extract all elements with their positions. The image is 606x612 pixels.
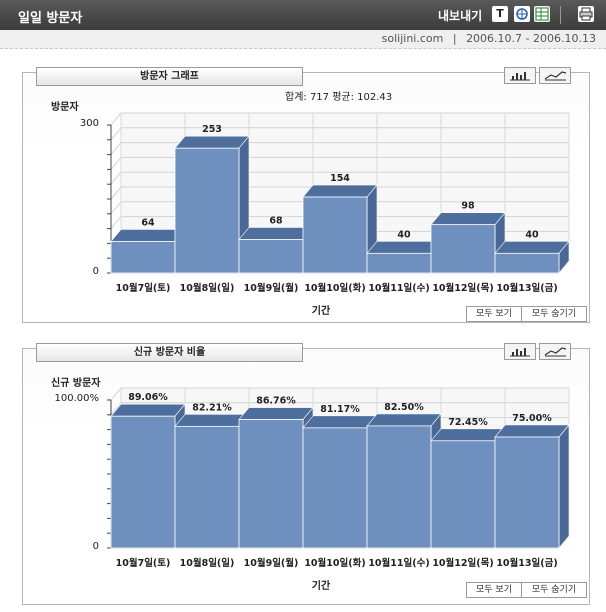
bar	[238, 419, 304, 549]
bar-data-label: 89.06%	[128, 392, 168, 403]
x-tick-label: 10월7일(토)	[116, 557, 171, 569]
bar-data-label: 98	[461, 201, 475, 212]
x-tick-label: 10월12일(목)	[432, 282, 493, 294]
bar-data-label: 86.76%	[256, 396, 296, 407]
bar	[302, 427, 368, 549]
bar-data-label: 40	[397, 229, 411, 240]
toolbar-divider	[560, 6, 561, 24]
bar	[430, 224, 496, 274]
bar-top	[494, 240, 570, 254]
period-range: 2006.10.7 - 2006.10.13	[466, 32, 596, 45]
x-tick-label: 10월9일(월)	[244, 282, 299, 294]
bar	[430, 440, 496, 549]
x-tick-label: 10월11일(수)	[368, 557, 429, 569]
bar-data-label: 40	[525, 229, 539, 240]
bar	[494, 436, 560, 549]
printer-icon-graphic	[579, 7, 593, 21]
bar-top	[494, 424, 570, 438]
bar-data-label: 64	[141, 217, 155, 228]
x-tick-label: 10월7일(토)	[116, 282, 171, 294]
gridline-diagonal	[110, 142, 122, 155]
x-tick-label: 10월11일(수)	[368, 282, 429, 294]
bar-top	[302, 415, 378, 429]
excel-export-icon[interactable]	[534, 6, 550, 22]
new-visitor-x-title: 기간	[311, 581, 331, 592]
bar-top	[110, 229, 186, 242]
bar	[174, 425, 240, 549]
new-visitor-bar-chart: 89.06% 10월7일(토) 82.21% 10월8일(일) 86.76% 10월9일(…	[107, 387, 571, 569]
bar-side	[558, 424, 570, 549]
print-icon[interactable]	[578, 6, 594, 22]
export-label: 내보내기	[438, 9, 483, 23]
bar	[238, 239, 304, 274]
x-tick-label: 10월8일(일)	[180, 282, 235, 294]
x-tick-label: 10월13일(금)	[496, 557, 557, 569]
x-tick-label: 10월12일(목)	[432, 557, 493, 569]
bar	[110, 241, 176, 274]
bar-data-label: 81.17%	[320, 404, 360, 415]
visitor-x-title: 기간	[311, 306, 331, 317]
period-bar: solijini.com | 2006.10.7 - 2006.10.13	[0, 30, 606, 49]
globe-icon-graphic	[516, 8, 528, 20]
site-name: solijini.com	[381, 32, 444, 45]
bar-data-label: 72.45%	[448, 417, 488, 428]
new-visitor-panel: 신규 방문자 비율 신규 방문자 100.00% 0 89.06% 10월7일(토…	[22, 343, 590, 605]
web-export-icon[interactable]	[514, 6, 530, 22]
gridline-diagonal	[110, 201, 122, 215]
bar-data-label: 82.50%	[384, 402, 424, 413]
bar-data-label: 68	[269, 215, 283, 226]
visitor-bar-chart: 64 10월7일(토) 253 10월8일(일) 68 10월9일(월) 154 10월10일…	[107, 112, 571, 294]
bar-top	[110, 403, 186, 417]
bar-top	[238, 227, 314, 240]
show-all-button[interactable]: 모두 보기	[466, 582, 522, 598]
period-info: solijini.com | 2006.10.7 - 2006.10.13	[382, 32, 596, 45]
gridline-diagonal	[110, 157, 122, 170]
gridline-diagonal	[110, 216, 122, 229]
text-export-icon[interactable]: T	[492, 6, 508, 22]
bar-top	[238, 407, 314, 420]
gridline-diagonal	[110, 127, 122, 141]
hide-all-button[interactable]: 모두 숨기기	[521, 582, 587, 598]
bar	[110, 415, 176, 549]
gridline-diagonal	[110, 387, 122, 401]
visitor-graph-panel: 방문자 그래프 방문자 합계: 717 평균: 102.43 300 0 64 1…	[22, 67, 590, 323]
bar-top	[366, 240, 442, 254]
gridline-diagonal	[110, 112, 122, 126]
gridline-diagonal	[110, 186, 122, 200]
bar-top	[430, 212, 506, 225]
bar-data-label: 82.21%	[192, 402, 232, 413]
x-tick-label: 10월9일(월)	[244, 557, 299, 569]
bar-data-label: 154	[330, 173, 350, 184]
bar	[302, 196, 368, 274]
bar-data-label: 253	[202, 124, 222, 135]
gridline-diagonal	[110, 171, 122, 185]
bar-top	[302, 184, 378, 198]
title-bar: 일일 방문자 내보내기 T	[0, 0, 606, 30]
bar-top	[430, 428, 506, 442]
bar	[366, 425, 432, 549]
bar	[494, 252, 560, 274]
sheet-icon-graphic	[535, 7, 549, 21]
x-tick-label: 10월8일(일)	[180, 557, 235, 569]
page-title: 일일 방문자	[18, 11, 83, 26]
x-tick-label: 10월10일(화)	[304, 557, 365, 569]
show-all-button[interactable]: 모두 보기	[466, 306, 522, 322]
bar-top	[174, 414, 250, 427]
x-tick-label: 10월10일(화)	[304, 282, 365, 294]
bar	[174, 147, 240, 274]
bar-data-label: 75.00%	[512, 413, 552, 424]
bar	[366, 252, 432, 274]
bar-top	[174, 135, 250, 149]
hide-all-button[interactable]: 모두 숨기기	[521, 306, 587, 322]
bar-top	[366, 413, 442, 427]
x-tick-label: 10월13일(금)	[496, 282, 557, 294]
period-separator: |	[452, 32, 457, 45]
